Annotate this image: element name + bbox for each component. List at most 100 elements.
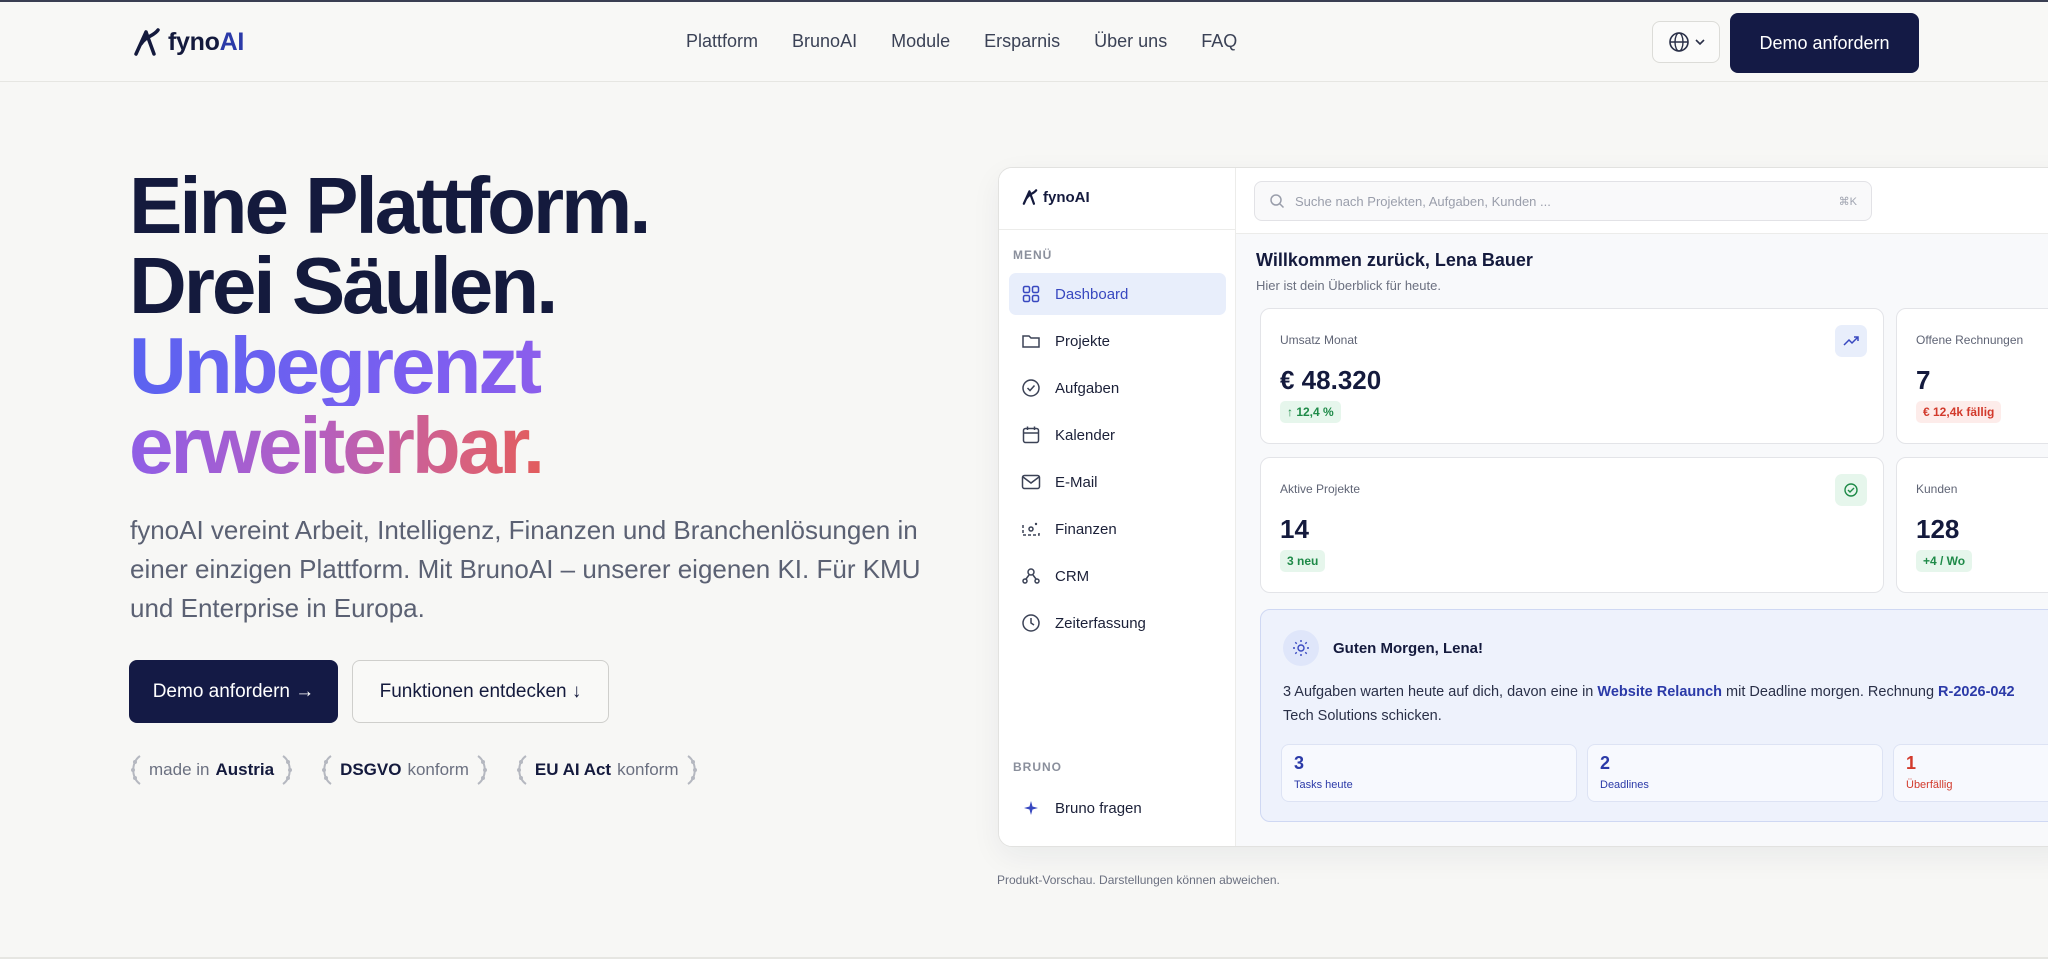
hero-line-4: erweiterbar.	[129, 406, 649, 486]
check-circle-icon	[1835, 474, 1867, 506]
sidebar-item-label: Zeiterfassung	[1055, 614, 1146, 632]
laurel-left-icon	[516, 755, 527, 785]
menu-heading: MENÜ	[1013, 248, 1053, 262]
hero-line-3: Unbegrenzt	[129, 326, 649, 406]
sidebar-item-kalender[interactable]: Kalender	[1009, 414, 1226, 456]
stat-overdue[interactable]: 1 Überfällig	[1893, 744, 2048, 802]
wallet-icon	[1021, 519, 1041, 539]
sidebar-item-label: Kalender	[1055, 426, 1116, 444]
badge-post-text: konform	[617, 760, 679, 779]
globe-icon	[1668, 32, 1689, 52]
stat-label: Überfällig	[1906, 779, 1953, 791]
laurel-right-icon	[477, 755, 487, 785]
demo-request-button[interactable]: Demo anfordern →	[129, 660, 338, 723]
trend-badge: ↑ 12,4 %	[1280, 401, 1341, 423]
calendar-icon	[1021, 425, 1041, 445]
grid-icon	[1021, 284, 1041, 304]
sparkle-icon	[1021, 798, 1041, 818]
sidebar-item-zeiterfassung[interactable]: Zeiterfassung	[1009, 602, 1226, 644]
sidebar-item-label: Dashboard	[1055, 285, 1129, 303]
mail-icon	[1021, 472, 1041, 492]
card-label: Kunden	[1916, 482, 1958, 496]
nav-demo-button[interactable]: Demo anfordern	[1730, 13, 1919, 73]
logo-mark-icon	[1022, 189, 1038, 205]
growth-badge: +4 / Wo	[1916, 550, 1973, 572]
card-offene-rechnungen[interactable]: Offene Rechnungen 7 € 12,4k fällig	[1896, 308, 2048, 444]
stat-value: 2	[1600, 753, 1611, 773]
sidebar-item-label: Aufgaben	[1055, 379, 1120, 397]
sidebar-item-crm[interactable]: CRM	[1009, 555, 1226, 597]
badge-eu-ai-act: EU AI Act konform	[515, 754, 699, 786]
users-icon	[1021, 566, 1041, 586]
greeting-title: Guten Morgen, Lena!	[1333, 640, 1483, 657]
bruno-heading: BRUNO	[1013, 760, 1062, 774]
card-label: Umsatz Monat	[1280, 333, 1358, 347]
laurel-right-icon	[282, 755, 293, 785]
sidebar-item-label: Finanzen	[1055, 520, 1117, 538]
link-invoice[interactable]: R-2026-042	[1938, 684, 2015, 700]
hero-subtitle: fynoAI vereint Arbeit, Intelligenz, Fina…	[130, 515, 921, 623]
nav-link-plattform[interactable]: Plattform	[686, 31, 758, 52]
clock-icon	[1021, 613, 1041, 633]
nav-link-ueber-uns[interactable]: Über uns	[1094, 31, 1167, 52]
hero-line-2: Drei Säulen.	[129, 241, 558, 330]
folder-icon	[1021, 331, 1041, 351]
trend-up-icon	[1835, 325, 1867, 357]
badge-bold-text: Austria	[215, 760, 275, 779]
card-value: 7	[1916, 365, 1931, 395]
app-logo-text: fynoAI	[1043, 188, 1090, 206]
top-navigation: fynoAI Plattform BrunoAI Module Ersparni…	[0, 2, 2048, 82]
card-value: 14	[1280, 514, 1309, 544]
stat-deadlines[interactable]: 2 Deadlines	[1587, 744, 1883, 802]
app-sidebar: fynoAI MENÜ Dashboard Projekte Aufgaben …	[999, 168, 1236, 846]
nav-link-ersparnis[interactable]: Ersparnis	[984, 31, 1060, 52]
sun-icon	[1283, 630, 1319, 666]
trust-badges: made in Austria DSGVO konform EU AI Act …	[129, 754, 699, 786]
sidebar-item-aufgaben[interactable]: Aufgaben	[1009, 367, 1226, 409]
badge-bold-text: DSGVO	[340, 760, 402, 779]
logo-mark-icon	[134, 28, 160, 56]
preview-disclaimer: Produkt-Vorschau. Darstellungen können a…	[997, 873, 1280, 887]
language-selector[interactable]	[1652, 21, 1720, 63]
laurel-left-icon	[131, 755, 141, 785]
stat-tasks-today[interactable]: 3 Tasks heute	[1281, 744, 1577, 802]
sidebar-item-dashboard[interactable]: Dashboard	[1009, 273, 1226, 315]
greeting-text: 3 Aufgaben warten heute auf dich, davon …	[1283, 684, 2015, 724]
card-label: Offene Rechnungen	[1916, 333, 2024, 347]
sidebar-item-label: CRM	[1055, 567, 1090, 585]
app-preview-window: fynoAI MENÜ Dashboard Projekte Aufgaben …	[998, 167, 2048, 847]
sidebar-item-bruno-fragen[interactable]: Bruno fragen	[1009, 787, 1226, 829]
welcome-subtitle: Hier ist dein Überblick für heute.	[1256, 278, 1441, 293]
greeting-panel: Guten Morgen, Lena! 3 Aufgaben warten he…	[1260, 609, 2048, 822]
badge-pre-text: made in	[149, 760, 210, 779]
search-input[interactable]: Suche nach Projekten, Aufgaben, Kunden .…	[1254, 181, 1872, 221]
sidebar-item-finanzen[interactable]: Finanzen	[1009, 508, 1226, 550]
badge-post-text: konform	[407, 760, 469, 779]
new-badge: 3 neu	[1280, 550, 1326, 572]
stat-label: Deadlines	[1600, 779, 1649, 791]
card-umsatz-monat[interactable]: Umsatz Monat € 48.320 ↑ 12,4 %	[1260, 308, 1884, 444]
sidebar-item-projekte[interactable]: Projekte	[1009, 320, 1226, 362]
logo[interactable]: fynoAI	[132, 26, 244, 58]
nav-link-faq[interactable]: FAQ	[1201, 31, 1237, 52]
laurel-left-icon	[322, 755, 332, 785]
nav-link-brunoai[interactable]: BrunoAI	[792, 31, 857, 52]
badge-made-in-austria: made in Austria	[129, 754, 294, 786]
sidebar-item-label: Projekte	[1055, 332, 1111, 350]
app-main: Suche nach Projekten, Aufgaben, Kunden .…	[1236, 168, 2048, 846]
discover-features-button[interactable]: Funktionen entdecken ↓	[352, 660, 609, 723]
sidebar-item-email[interactable]: E-Mail	[1009, 461, 1226, 503]
link-website-relaunch[interactable]: Website Relaunch	[1597, 684, 1722, 700]
stat-value: 3	[1294, 753, 1305, 773]
laurel-right-icon	[686, 755, 697, 785]
card-aktive-projekte[interactable]: Aktive Projekte 14 3 neu	[1260, 457, 1884, 593]
stat-label: Tasks heute	[1294, 779, 1353, 791]
search-shortcut: ⌘K	[1838, 195, 1857, 208]
hero-line-1: Eine Plattform.	[129, 161, 652, 250]
nav-link-module[interactable]: Module	[891, 31, 950, 52]
stat-value: 1	[1906, 753, 1917, 773]
card-kunden[interactable]: Kunden 128 +4 / Wo	[1896, 457, 2048, 593]
chevron-down-icon	[1694, 39, 1705, 46]
logo-text: fynoAI	[168, 27, 244, 56]
due-badge: € 12,4k fällig	[1916, 401, 2002, 423]
